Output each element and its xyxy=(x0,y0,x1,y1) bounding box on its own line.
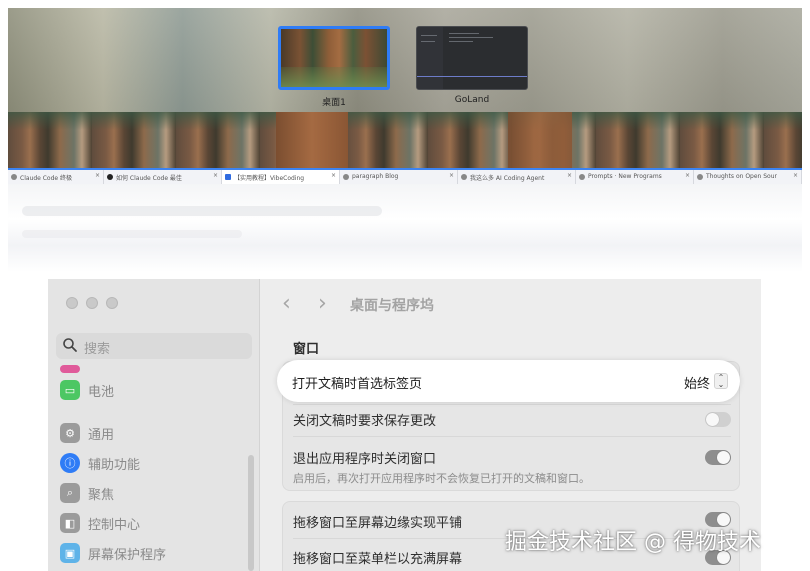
goland-status-bar xyxy=(417,76,527,77)
toggle-knob xyxy=(706,413,719,426)
wallpaper-tree xyxy=(508,112,572,168)
zoom-window-button[interactable] xyxy=(106,297,118,309)
settings-sidebar: 搜索 ▭ 电池 ⚙ 通用 ⓘ 辅助功能 ⌕ 聚焦 ◧ 控制中心 ▣ 屏幕保护程序 xyxy=(48,279,260,571)
sidebar-item-general[interactable]: ⚙ 通用 xyxy=(60,421,114,445)
sidebar-item-partial[interactable] xyxy=(60,365,88,373)
row-label: 退出应用程序时关闭窗口 xyxy=(293,452,437,467)
goland-code-line xyxy=(449,41,473,42)
mission-control: 桌面1 GoLand Claude Code 终极 × 如何 Claude Cod… xyxy=(8,8,802,272)
browser-tab[interactable]: Prompts · New Programs × xyxy=(576,170,694,184)
screenshot-root: { "mission_control": { "spaces": [ {"lab… xyxy=(0,0,810,571)
browser-tab[interactable]: paragraph Blog × xyxy=(340,170,458,184)
chevron-up-down-icon[interactable]: ⌃ ⌄ xyxy=(714,373,728,389)
section-title-windows: 窗口 xyxy=(293,342,320,357)
control-center-icon: ◧ xyxy=(60,513,80,533)
browser-tab[interactable]: Claude Code 终极 × xyxy=(8,170,104,184)
watermark-text: 掘金技术社区 @ 得物技术 xyxy=(505,530,761,555)
browser-tab[interactable]: 如何 Claude Code 最佳 × xyxy=(104,170,222,184)
goland-code-line xyxy=(449,33,479,34)
close-icon[interactable]: × xyxy=(793,172,798,179)
divider xyxy=(293,436,731,437)
accessibility-icon: ⓘ xyxy=(60,453,80,473)
close-icon[interactable]: × xyxy=(213,172,218,179)
page-title: 桌面与程序坞 xyxy=(350,298,434,314)
divider xyxy=(293,404,731,405)
sidebar-item-battery[interactable]: ▭ 电池 xyxy=(60,378,114,402)
browser-tab[interactable]: 我这么多 AI Coding Agent × xyxy=(458,170,576,184)
minimize-window-button[interactable] xyxy=(86,297,98,309)
tab-favicon-icon xyxy=(579,174,585,180)
sidebar-item-screensaver[interactable]: ▣ 屏幕保护程序 xyxy=(60,541,166,565)
search-placeholder: 搜索 xyxy=(84,342,111,357)
sidebar-item-control-center[interactable]: ◧ 控制中心 xyxy=(60,511,140,535)
magnifier-icon: ⌕ xyxy=(60,483,80,503)
goland-tree-line xyxy=(421,41,435,42)
close-icon[interactable]: × xyxy=(331,172,336,179)
row-description: 启用后，再次打开应用程序时不会恢复已打开的文稿和窗口。 xyxy=(293,472,590,485)
close-icon[interactable]: × xyxy=(449,172,454,179)
toggle-knob xyxy=(717,451,730,464)
search-icon xyxy=(63,338,77,352)
row-label: 关闭文稿时要求保存更改 xyxy=(293,414,437,429)
browser-tab[interactable]: Thoughts on Open Sour × xyxy=(694,170,802,184)
space-label-desktop-1: 桌面1 xyxy=(322,98,346,108)
prefer-tabs-value[interactable]: 始终 xyxy=(684,373,710,392)
tab-favicon-icon xyxy=(343,174,349,180)
tab-favicon-icon xyxy=(461,174,467,180)
row-label: 打开文稿时首选标签页 xyxy=(292,377,423,392)
browser-page-preview xyxy=(8,184,802,272)
close-icon[interactable]: × xyxy=(685,172,690,179)
close-windows-toggle[interactable] xyxy=(705,450,731,465)
space-thumbnail-goland[interactable] xyxy=(416,26,528,90)
ask-save-toggle[interactable] xyxy=(705,412,731,427)
browser-tab-bar: Claude Code 终极 × 如何 Claude Code 最佳 × 【实用教程… xyxy=(8,168,802,184)
space-thumbnail-desktop-1[interactable] xyxy=(278,26,390,90)
spaces-bar-background xyxy=(8,8,802,112)
goland-tree-line xyxy=(421,35,437,36)
sidebar-item-accessibility[interactable]: ⓘ 辅助功能 xyxy=(60,451,140,475)
wallpaper-tree xyxy=(276,112,348,168)
goland-code-line xyxy=(449,37,493,38)
row-ask-save: 关闭文稿时要求保存更改 xyxy=(293,410,731,429)
space-label-goland: GoLand xyxy=(454,95,490,105)
sidebar-scrollbar[interactable] xyxy=(248,455,254,571)
desktop-wallpaper-strip xyxy=(8,112,802,168)
battery-icon: ▭ xyxy=(60,380,80,400)
close-icon[interactable]: × xyxy=(567,172,572,179)
prefer-tabs-row[interactable]: 打开文稿时首选标签页 始终 ⌃ ⌄ xyxy=(277,360,740,402)
partial-icon xyxy=(60,365,80,373)
search-input[interactable]: 搜索 xyxy=(56,333,252,359)
row-close-windows: 退出应用程序时关闭窗口 启用后，再次打开应用程序时不会恢复已打开的文稿和窗口。 xyxy=(293,448,731,486)
tab-favicon-icon xyxy=(225,174,231,180)
close-icon[interactable]: × xyxy=(95,172,100,179)
goland-sidebar xyxy=(417,27,443,89)
sidebar-item-spotlight[interactable]: ⌕ 聚焦 xyxy=(60,481,114,505)
tab-favicon-icon xyxy=(107,174,113,180)
screensaver-icon: ▣ xyxy=(60,543,80,563)
close-window-button[interactable] xyxy=(66,297,78,309)
tab-favicon-icon xyxy=(11,174,17,180)
forward-icon[interactable]: › xyxy=(318,291,327,316)
tab-favicon-icon xyxy=(697,174,703,180)
browser-tab-active[interactable]: 【实用教程】VibeCoding × xyxy=(222,170,340,184)
back-icon[interactable]: ‹ xyxy=(282,291,291,316)
gear-icon: ⚙ xyxy=(60,423,80,443)
